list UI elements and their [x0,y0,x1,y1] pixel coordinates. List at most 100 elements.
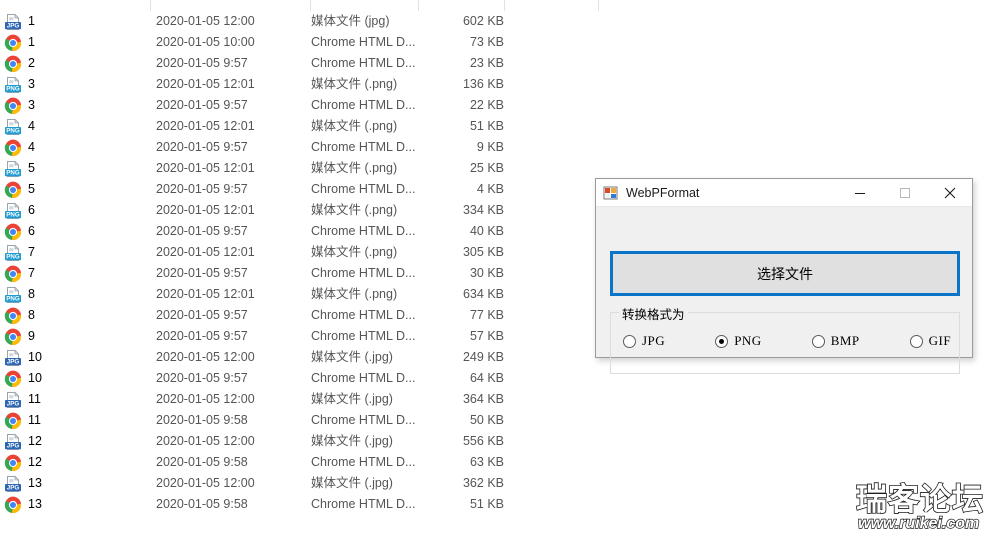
table-row[interactable]: JPG 10 2020-01-05 12:00 媒体文件 (.jpg) 249 KB [0,347,600,368]
file-name-cell[interactable]: PNG 6 [4,200,35,221]
table-row[interactable]: JPG 1 2020-01-05 12:00 媒体文件 (jpg) 602 KB [0,11,600,32]
table-row[interactable]: 3 2020-01-05 9:57 Chrome HTML D... 22 KB [0,95,600,116]
file-name-cell[interactable]: JPG 12 [4,431,42,452]
file-name-cell[interactable]: 13 [4,494,42,515]
svg-text:JPG: JPG [7,442,20,449]
file-type-cell: Chrome HTML D... [311,56,416,70]
table-row[interactable]: 13 2020-01-05 9:58 Chrome HTML D... 51 KB [0,494,600,515]
file-name-cell[interactable]: PNG 8 [4,284,35,305]
table-row[interactable]: PNG 3 2020-01-05 12:01 媒体文件 (.png) 136 KB [0,74,600,95]
table-row[interactable]: PNG 6 2020-01-05 12:01 媒体文件 (.png) 334 KB [0,200,600,221]
file-name-cell[interactable]: 4 [4,137,35,158]
file-name-cell[interactable]: 7 [4,263,35,284]
file-name-cell[interactable]: PNG 5 [4,158,35,179]
column-divider-1 [310,0,311,11]
file-size-cell: 30 KB [469,266,504,280]
chrome-html-icon [4,412,22,430]
column-divider-ticks [0,0,600,11]
file-date-cell: 2020-01-05 10:00 [156,35,255,49]
file-size-cell: 51 KB [469,497,504,511]
png-file-icon: PNG [4,76,22,94]
maximize-icon[interactable] [882,179,927,207]
file-name-cell[interactable]: 2 [4,53,35,74]
table-row[interactable]: JPG 13 2020-01-05 12:00 媒体文件 (.jpg) 362 KB [0,473,600,494]
png-file-icon: PNG [4,118,22,136]
table-row[interactable]: 1 2020-01-05 10:00 Chrome HTML D... 73 KB [0,32,600,53]
file-name-cell[interactable]: JPG 11 [4,389,41,410]
table-row[interactable]: PNG 8 2020-01-05 12:01 媒体文件 (.png) 634 KB [0,284,600,305]
table-row[interactable]: 10 2020-01-05 9:57 Chrome HTML D... 64 KB [0,368,600,389]
column-divider-3 [504,0,505,11]
file-size-cell: 634 KB [462,287,504,301]
table-row[interactable]: 4 2020-01-05 9:57 Chrome HTML D... 9 KB [0,137,600,158]
file-name-cell[interactable]: PNG 7 [4,242,35,263]
table-row[interactable]: PNG 4 2020-01-05 12:01 媒体文件 (.png) 51 KB [0,116,600,137]
table-row[interactable]: 5 2020-01-05 9:57 Chrome HTML D... 4 KB [0,179,600,200]
jpg-file-icon: JPG [4,433,22,451]
file-type-cell: 媒体文件 (.jpg) [311,350,393,364]
file-name-cell[interactable]: 1 [4,32,35,53]
table-row[interactable]: JPG 11 2020-01-05 12:00 媒体文件 (.jpg) 364 KB [0,389,600,410]
table-row[interactable]: 6 2020-01-05 9:57 Chrome HTML D... 40 KB [0,221,600,242]
minimize-icon[interactable] [837,179,882,207]
choose-file-button[interactable]: 选择文件 [610,251,960,296]
table-row[interactable]: PNG 7 2020-01-05 12:01 媒体文件 (.png) 305 KB [0,242,600,263]
file-name-label: 6 [28,203,35,217]
file-name-label: 8 [28,308,35,322]
format-radio-bmp[interactable]: BMP [811,333,860,349]
format-radio-label: GIF [928,333,952,348]
file-name-cell[interactable]: JPG 13 [4,473,42,494]
file-name-cell[interactable]: JPG 1 [4,11,35,32]
table-row[interactable]: JPG 12 2020-01-05 12:00 媒体文件 (.jpg) 556 KB [0,431,600,452]
file-name-cell[interactable]: 9 [4,326,35,347]
file-type-cell: Chrome HTML D... [311,308,416,322]
radio-indicator-icon[interactable] [811,334,825,348]
file-size-cell: 602 KB [462,14,504,28]
table-row[interactable]: 11 2020-01-05 9:58 Chrome HTML D... 50 KB [0,410,600,431]
table-row[interactable]: 8 2020-01-05 9:57 Chrome HTML D... 77 KB [0,305,600,326]
table-row[interactable]: 12 2020-01-05 9:58 Chrome HTML D... 63 KB [0,452,600,473]
file-size-cell: 64 KB [469,371,504,385]
file-name-cell[interactable]: 12 [4,452,42,473]
file-list: JPG 1 2020-01-05 12:00 媒体文件 (jpg) 602 KB 1 202… [0,0,600,538]
file-name-cell[interactable]: 10 [4,368,42,389]
svg-text:JPG: JPG [7,484,20,491]
file-name-cell[interactable]: PNG 3 [4,74,35,95]
format-radio-jpg[interactable]: JPG [623,333,665,349]
chrome-html-icon [4,328,22,346]
svg-text:PNG: PNG [6,85,20,92]
file-type-cell: 媒体文件 (.png) [311,119,398,133]
file-name-cell[interactable]: 6 [4,221,35,242]
file-name-cell[interactable]: 11 [4,410,41,431]
table-row[interactable]: 2 2020-01-05 9:57 Chrome HTML D... 23 KB [0,53,600,74]
file-name-cell[interactable]: JPG 10 [4,347,42,368]
watermark: 瑞客论坛 www.ruikei.com [856,482,1007,538]
format-radio-gif[interactable]: GIF [909,333,952,349]
table-row[interactable]: 7 2020-01-05 9:57 Chrome HTML D... 30 KB [0,263,600,284]
radio-indicator-icon[interactable] [623,334,636,348]
window-titlebar[interactable]: WebPFormat [596,179,972,207]
table-row[interactable]: PNG 5 2020-01-05 12:01 媒体文件 (.png) 25 KB [0,158,600,179]
webpformat-window[interactable]: WebPFormat 选择文件 转换格式为 JPG PNG BMP GIF [595,178,973,374]
table-row[interactable]: 9 2020-01-05 9:57 Chrome HTML D... 57 KB [0,326,600,347]
file-size-cell: 23 KB [469,56,504,70]
chrome-html-icon [4,34,22,52]
close-icon[interactable] [927,179,972,207]
file-name-cell[interactable]: 3 [4,95,35,116]
file-type-cell: 媒体文件 (.png) [311,203,398,217]
radio-indicator-icon[interactable] [909,334,923,348]
format-radio-label: BMP [830,333,860,348]
file-type-cell: Chrome HTML D... [311,182,416,196]
file-name-label: 10 [28,371,42,385]
format-radio-png[interactable]: PNG [715,333,762,349]
file-size-cell: 305 KB [462,245,504,259]
file-name-cell[interactable]: 5 [4,179,35,200]
radio-indicator-icon[interactable] [715,334,729,348]
winforms-app-icon [603,185,619,201]
file-type-cell: 媒体文件 (.png) [311,77,398,91]
file-date-cell: 2020-01-05 12:00 [156,392,255,406]
file-date-cell: 2020-01-05 12:01 [156,77,255,91]
file-name-cell[interactable]: PNG 4 [4,116,35,137]
file-name-cell[interactable]: 8 [4,305,35,326]
svg-text:JPG: JPG [7,22,20,29]
